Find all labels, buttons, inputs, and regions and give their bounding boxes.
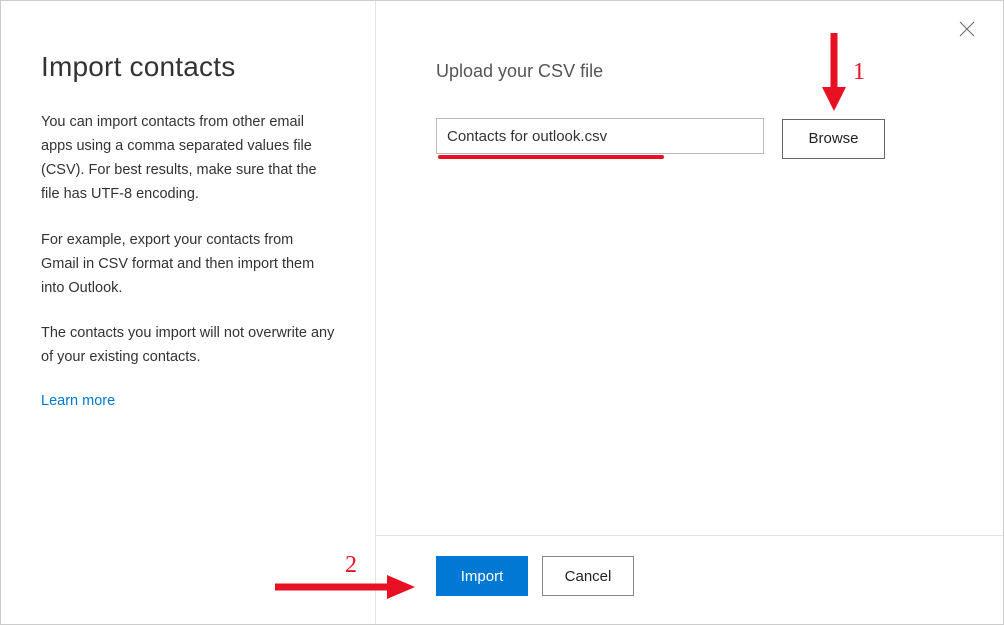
main-panel: Upload your CSV file Browse Import Cance… [376, 1, 1003, 624]
sidebar-paragraph: The contacts you import will not overwri… [41, 322, 335, 370]
sidebar-paragraph: You can import contacts from other email… [41, 111, 335, 207]
dialog-footer: Import Cancel [376, 535, 1003, 624]
cancel-button[interactable]: Cancel [542, 556, 634, 596]
upload-label: Upload your CSV file [436, 61, 943, 82]
close-button[interactable] [955, 19, 979, 43]
dialog-container: Import contacts You can import contacts … [1, 1, 1003, 624]
close-icon [959, 21, 975, 42]
file-row: Browse [436, 118, 943, 159]
learn-more-link[interactable]: Learn more [41, 393, 115, 409]
file-input-wrapper [436, 118, 764, 159]
sidebar-paragraph: For example, export your contacts from G… [41, 229, 335, 301]
import-button[interactable]: Import [436, 556, 528, 596]
upload-section: Upload your CSV file Browse [376, 1, 1003, 535]
browse-button[interactable]: Browse [782, 119, 885, 159]
file-name-input[interactable] [436, 118, 764, 154]
dialog-title: Import contacts [41, 51, 335, 83]
sidebar: Import contacts You can import contacts … [1, 1, 376, 624]
annotation-underline [438, 155, 664, 159]
